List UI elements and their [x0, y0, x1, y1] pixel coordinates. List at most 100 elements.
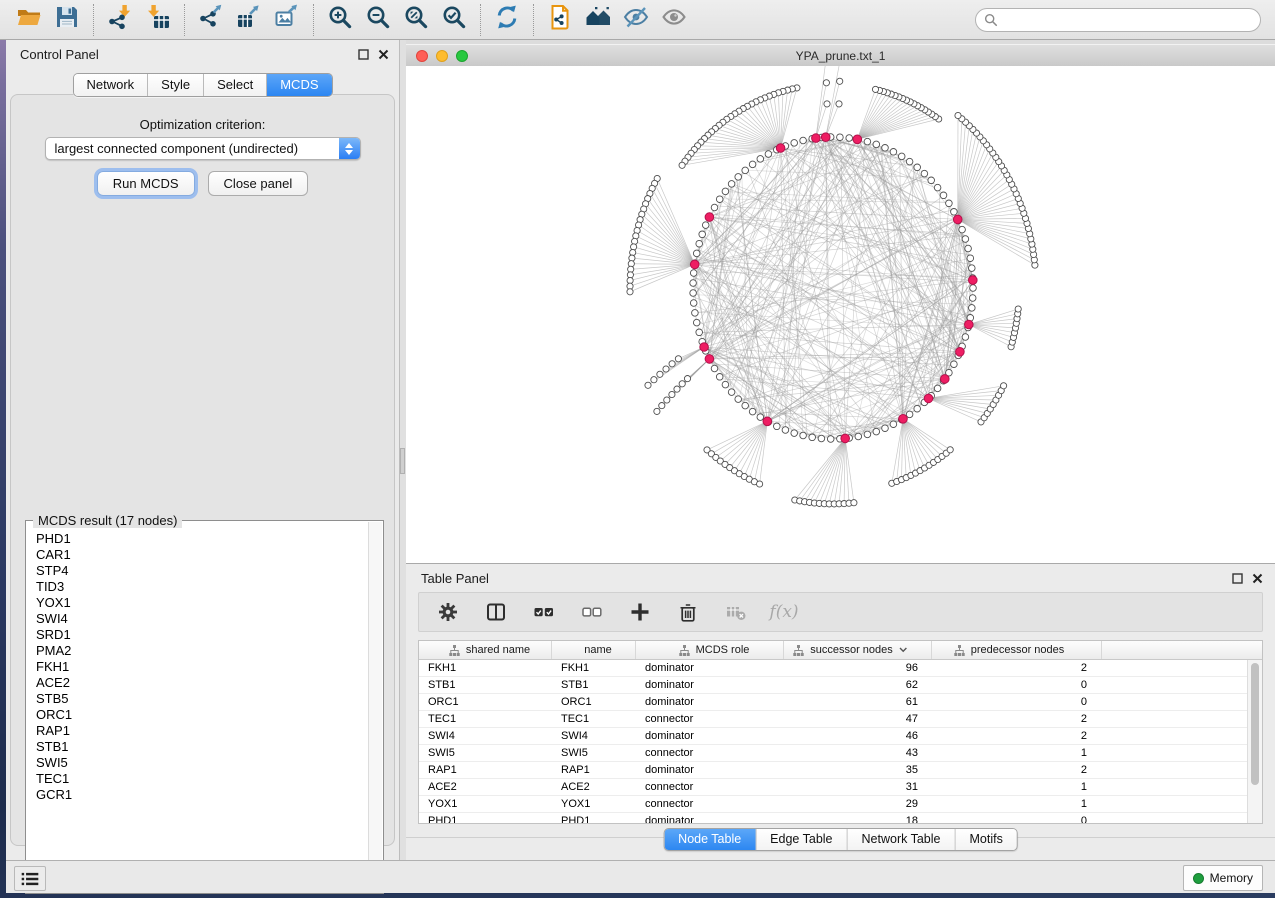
open-session-network-button[interactable] [544, 4, 576, 36]
export-image-icon [274, 4, 300, 35]
zoom-fit-button[interactable] [400, 4, 432, 36]
maximize-window-icon[interactable] [456, 50, 468, 62]
table-delete-icon [726, 602, 746, 622]
table-row[interactable]: YOX1YOX1connector291 [419, 796, 1262, 813]
table-row[interactable]: ORC1ORC1dominator610 [419, 694, 1262, 711]
table-row[interactable]: PHD1PHD1dominator180 [419, 813, 1262, 824]
list-item[interactable]: FKH1 [36, 659, 368, 675]
list-item[interactable]: ACE2 [36, 675, 368, 691]
add-column-button[interactable] [629, 601, 651, 623]
zoom-selected-button[interactable] [438, 4, 470, 36]
table-row[interactable]: TEC1TEC1connector472 [419, 711, 1262, 728]
columns-icon [486, 602, 506, 622]
close-panel-icon[interactable] [1252, 571, 1263, 589]
export-network-icon [198, 4, 224, 35]
list-item[interactable]: SRD1 [36, 627, 368, 643]
tab-node-table[interactable]: Node Table [664, 829, 756, 850]
tab-network[interactable]: Network [73, 74, 148, 96]
table-scrollbar-thumb[interactable] [1251, 663, 1259, 785]
criterion-dropdown[interactable]: largest connected component (undirected) [45, 137, 361, 160]
hide-graphics-button[interactable] [620, 4, 652, 36]
export-image-button[interactable] [271, 4, 303, 36]
tab-edge-table[interactable]: Edge Table [756, 829, 847, 850]
home-button[interactable] [582, 4, 614, 36]
list-item[interactable]: STB1 [36, 739, 368, 755]
column-header-successor-nodes[interactable]: successor nodes [784, 641, 932, 659]
network-canvas[interactable] [406, 66, 1275, 563]
list-item[interactable]: YOX1 [36, 595, 368, 611]
run-mcds-button[interactable]: Run MCDS [97, 171, 195, 196]
tab-style[interactable]: Style [148, 74, 204, 96]
table-row[interactable]: SWI5SWI5connector431 [419, 745, 1262, 762]
deselect-all-button[interactable] [581, 601, 603, 623]
attribute-icon [954, 645, 965, 656]
tab-mcds[interactable]: MCDS [267, 74, 331, 96]
float-panel-icon[interactable] [1232, 571, 1243, 589]
list-item[interactable]: GCR1 [36, 787, 368, 803]
table-row[interactable]: FKH1FKH1dominator962 [419, 660, 1262, 677]
open-button[interactable] [13, 4, 45, 36]
list-item[interactable]: CAR1 [36, 547, 368, 563]
import-network-button[interactable] [104, 4, 136, 36]
float-panel-icon[interactable] [358, 47, 369, 65]
list-item[interactable]: SWI4 [36, 611, 368, 627]
zoom-out-button[interactable] [362, 4, 394, 36]
table-tab-strip: Node Table Edge Table Network Table Moti… [406, 824, 1275, 860]
export-table-button[interactable] [233, 4, 265, 36]
table-row[interactable]: ACE2ACE2connector311 [419, 779, 1262, 796]
list-item[interactable]: STB5 [36, 691, 368, 707]
table-panel-title: Table Panel [421, 571, 489, 586]
tab-select[interactable]: Select [204, 74, 267, 96]
list-item[interactable]: TID3 [36, 579, 368, 595]
list-item[interactable]: ORC1 [36, 707, 368, 723]
list-item[interactable]: SWI5 [36, 755, 368, 771]
show-column-button[interactable] [485, 601, 507, 623]
show-graphics-button[interactable] [658, 4, 690, 36]
export-network-button[interactable] [195, 4, 227, 36]
attribute-icon [679, 645, 690, 656]
zoom-out-icon [365, 4, 391, 35]
import-table-icon [145, 4, 171, 35]
function-builder-button[interactable]: f(x) [773, 601, 795, 623]
column-header-predecessor-nodes[interactable]: predecessor nodes [932, 641, 1102, 659]
node-table: shared name name MCDS role successor nod… [418, 640, 1263, 824]
table-toolbar: f(x) [418, 592, 1263, 632]
result-scrollbar[interactable] [368, 522, 382, 892]
delete-table-button[interactable] [725, 601, 747, 623]
delete-column-button[interactable] [677, 601, 699, 623]
close-panel-button[interactable]: Close panel [208, 171, 309, 196]
table-settings-button[interactable] [437, 601, 459, 623]
table-row[interactable]: STB1STB1dominator620 [419, 677, 1262, 694]
network-graph[interactable] [406, 66, 1275, 563]
console-button[interactable] [14, 866, 46, 891]
memory-button[interactable]: Memory [1183, 865, 1263, 891]
close-window-icon[interactable] [416, 50, 428, 62]
list-item[interactable]: STP4 [36, 563, 368, 579]
table-row[interactable]: RAP1RAP1dominator352 [419, 762, 1262, 779]
column-header-mcds-role[interactable]: MCDS role [636, 641, 784, 659]
splitter-grip[interactable] [400, 448, 405, 474]
import-table-button[interactable] [142, 4, 174, 36]
tab-motifs[interactable]: Motifs [955, 829, 1016, 850]
table-row[interactable]: SWI4SWI4dominator462 [419, 728, 1262, 745]
table-scrollbar[interactable] [1247, 660, 1262, 823]
network-window-title: YPA_prune.txt_1 [406, 49, 1275, 63]
list-item[interactable]: PHD1 [36, 531, 368, 547]
sort-chevron-icon [899, 647, 908, 653]
zoom-in-button[interactable] [324, 4, 356, 36]
column-header-name[interactable]: name [552, 641, 636, 659]
refresh-button[interactable] [491, 4, 523, 36]
close-panel-icon[interactable] [378, 47, 389, 65]
list-item[interactable]: RAP1 [36, 723, 368, 739]
list-item[interactable]: PMA2 [36, 643, 368, 659]
search-input[interactable] [1002, 10, 1260, 30]
save-button[interactable] [51, 4, 83, 36]
tab-network-table[interactable]: Network Table [848, 829, 956, 850]
minimize-window-icon[interactable] [436, 50, 448, 62]
import-network-icon [107, 4, 133, 35]
select-all-button[interactable] [533, 601, 555, 623]
list-item[interactable]: TEC1 [36, 771, 368, 787]
toolbar-separator [480, 4, 481, 36]
network-window-titlebar[interactable]: YPA_prune.txt_1 [406, 44, 1275, 68]
column-header-shared-name[interactable]: shared name [419, 641, 552, 659]
